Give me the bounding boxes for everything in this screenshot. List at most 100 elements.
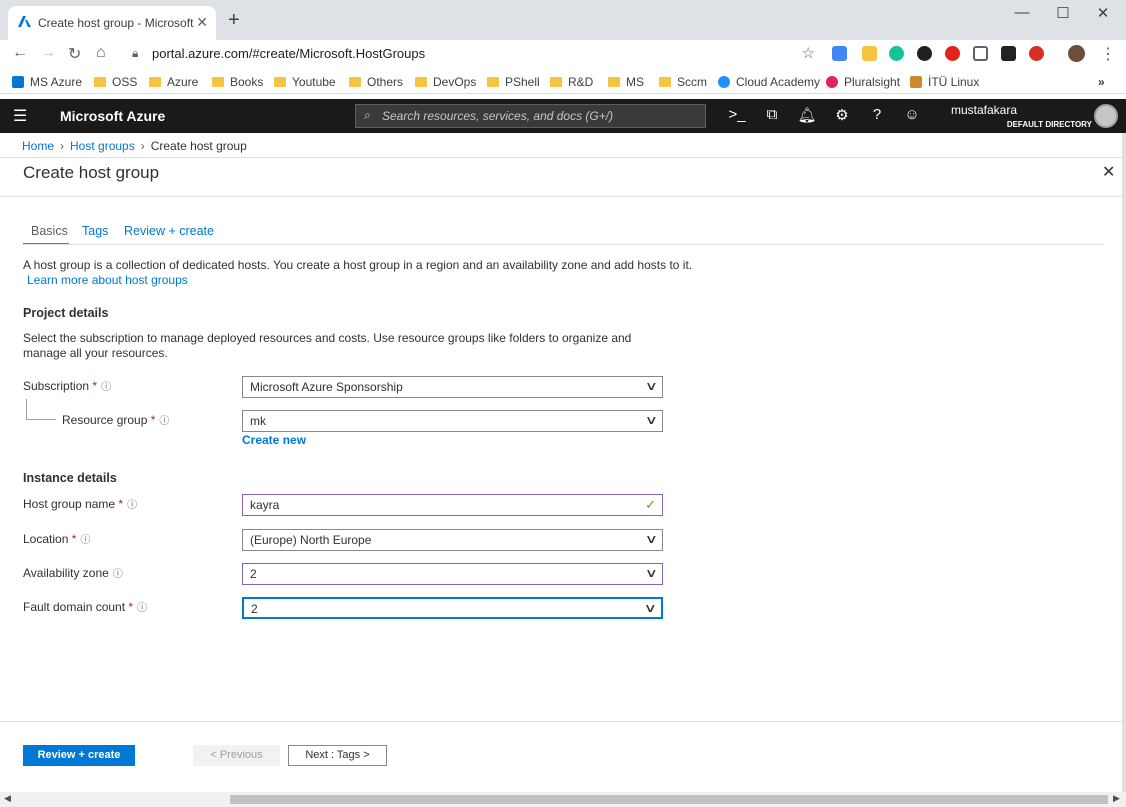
info-icon[interactable]: ⓘ [159, 412, 169, 427]
bookmark-label: Sccm [677, 75, 707, 89]
fault-domain-count-value: 2 [251, 602, 258, 616]
azure-brand[interactable]: Microsoft Azure [60, 108, 165, 124]
page-title: Create host group [23, 163, 160, 182]
horizontal-scrollbar[interactable]: ◀ ▶ [0, 792, 1126, 807]
bookmark-label: Pluralsight [844, 75, 901, 89]
learn-more-link[interactable]: Learn more about host groups [27, 273, 188, 288]
translate-extension-icon[interactable] [832, 46, 847, 61]
bookmark-item[interactable]: MS [608, 75, 644, 89]
back-icon[interactable]: ← [12, 44, 28, 62]
info-icon[interactable]: ⓘ [137, 599, 147, 614]
global-search-input[interactable]: ⌕ Search resources, services, and docs (… [355, 104, 706, 128]
browser-tab-title: Create host group - Microsoft Azure [38, 16, 196, 30]
bookmark-item[interactable]: Azure [149, 75, 198, 89]
maximize-icon[interactable]: ☐ [1043, 4, 1083, 22]
grammarly-extension-icon[interactable] [889, 46, 904, 61]
next-tags-button[interactable]: Next : Tags > [288, 745, 387, 766]
scrollbar-thumb[interactable] [230, 795, 1108, 804]
user-avatar[interactable] [1094, 104, 1118, 128]
bookmark-item[interactable]: Books [212, 75, 263, 89]
pocket-extension-icon[interactable] [973, 46, 988, 61]
chevron-down-icon: ∨ [645, 532, 659, 546]
location-value: (Europe) North Europe [250, 533, 372, 547]
bookmark-item[interactable]: MS Azure [12, 75, 82, 89]
host-group-name-input[interactable]: kayra ✓ [242, 494, 663, 516]
subscription-value: Microsoft Azure Sponsorship [250, 380, 403, 394]
help-icon[interactable]: ? [867, 106, 887, 123]
info-icon[interactable]: ⓘ [127, 496, 137, 511]
tab-tags[interactable]: Tags [82, 224, 108, 238]
more-bookmarks-icon[interactable]: » [1098, 75, 1105, 89]
subscription-select[interactable]: Microsoft Azure Sponsorship ∨ [242, 376, 663, 398]
fault-domain-count-select[interactable]: 2 ∨ [242, 597, 663, 619]
browser-tab[interactable]: Create host group - Microsoft Azure ✕ [8, 6, 216, 40]
settings-gear-icon[interactable]: ⚙ [832, 106, 852, 124]
home-icon[interactable]: ⌂ [96, 44, 106, 62]
scroll-left-arrow-icon[interactable]: ◀ [4, 793, 11, 804]
breadcrumb-host-groups[interactable]: Host groups [70, 139, 135, 153]
info-icon[interactable]: ⓘ [80, 531, 90, 546]
bookmark-star-icon[interactable]: ☆ [802, 44, 815, 62]
bookmark-item[interactable]: R&D [550, 75, 593, 89]
info-icon[interactable]: ⓘ [101, 378, 111, 393]
fault-domain-count-label: Fault domain count * ⓘ [23, 599, 147, 614]
location-select[interactable]: (Europe) North Europe ∨ [242, 529, 663, 551]
scroll-right-arrow-icon[interactable]: ▶ [1113, 793, 1120, 804]
info-icon[interactable]: ⓘ [113, 565, 123, 580]
bookmark-label: Cloud Academy [736, 75, 821, 89]
minimize-icon[interactable]: — [1002, 4, 1042, 21]
tab-basics[interactable]: Basics [31, 224, 68, 238]
chevron-down-icon: ∨ [645, 379, 659, 393]
folder-icon [608, 77, 620, 87]
extension-icon[interactable] [862, 46, 877, 61]
folder-icon [94, 77, 106, 87]
cloud-academy-icon [718, 76, 730, 88]
browser-menu-icon[interactable]: ⋮ [1100, 44, 1116, 64]
close-window-icon[interactable]: ✕ [1083, 4, 1123, 22]
breadcrumb-home[interactable]: Home [22, 139, 54, 153]
availability-zone-select[interactable]: 2 ∨ [242, 563, 663, 585]
user-name[interactable]: mustafakara [951, 103, 1017, 117]
bookmark-label: Books [230, 75, 264, 89]
location-label: Location * ⓘ [23, 531, 90, 546]
extension-icon[interactable] [917, 46, 932, 61]
bookmark-item[interactable]: Pluralsight [826, 75, 900, 89]
profile-avatar[interactable] [1068, 45, 1085, 62]
notifications-icon[interactable]: 🔔︎ [797, 106, 817, 124]
chevron-right-icon: › [140, 139, 145, 153]
create-new-link[interactable]: Create new [242, 433, 306, 448]
buffer-extension-icon[interactable] [1001, 46, 1016, 61]
bookmark-item[interactable]: OSS [94, 75, 137, 89]
bookmark-item[interactable]: DevOps [415, 75, 476, 89]
feedback-smiley-icon[interactable]: ☺ [902, 106, 922, 123]
host-group-name-label: Host group name * ⓘ [23, 496, 137, 511]
divider [0, 157, 1122, 158]
extension-icon[interactable] [1029, 46, 1044, 61]
cloud-shell-icon[interactable]: >_ [727, 106, 747, 123]
opera-extension-icon[interactable] [945, 46, 960, 61]
reload-icon[interactable]: ↻ [68, 44, 81, 64]
bookmark-item[interactable]: Sccm [659, 75, 707, 89]
address-bar[interactable]: 🔒︎ portal.azure.com/#create/Microsoft.Ho… [124, 43, 819, 65]
breadcrumb: Home › Host groups › Create host group [22, 139, 247, 153]
bookmark-item[interactable]: İTÜ Linux [910, 75, 979, 89]
bookmark-item[interactable]: Cloud Academy [718, 75, 820, 89]
close-blade-icon[interactable]: ✕ [1102, 162, 1115, 182]
bookmark-item[interactable]: PShell [487, 75, 540, 89]
resource-group-select[interactable]: mk ∨ [242, 410, 663, 432]
previous-button[interactable]: < Previous [193, 745, 280, 766]
forward-icon[interactable]: → [40, 44, 56, 62]
review-create-button[interactable]: Review + create [23, 745, 135, 766]
bookmark-item[interactable]: Others [349, 75, 403, 89]
new-tab-button[interactable]: + [228, 10, 240, 30]
bookmark-item[interactable]: Youtube [274, 75, 336, 89]
pluralsight-icon [826, 76, 838, 88]
chevron-down-icon: ∨ [645, 413, 659, 427]
tab-review-create[interactable]: Review + create [124, 224, 214, 238]
close-tab-icon[interactable]: ✕ [196, 14, 208, 31]
hamburger-menu-icon[interactable]: ☰ [13, 106, 27, 126]
resource-group-label: Resource group * ⓘ [62, 412, 169, 427]
directory-filter-icon[interactable]: ⧉ [762, 106, 782, 123]
bookmark-label: R&D [568, 75, 594, 89]
footer-divider [0, 721, 1122, 722]
